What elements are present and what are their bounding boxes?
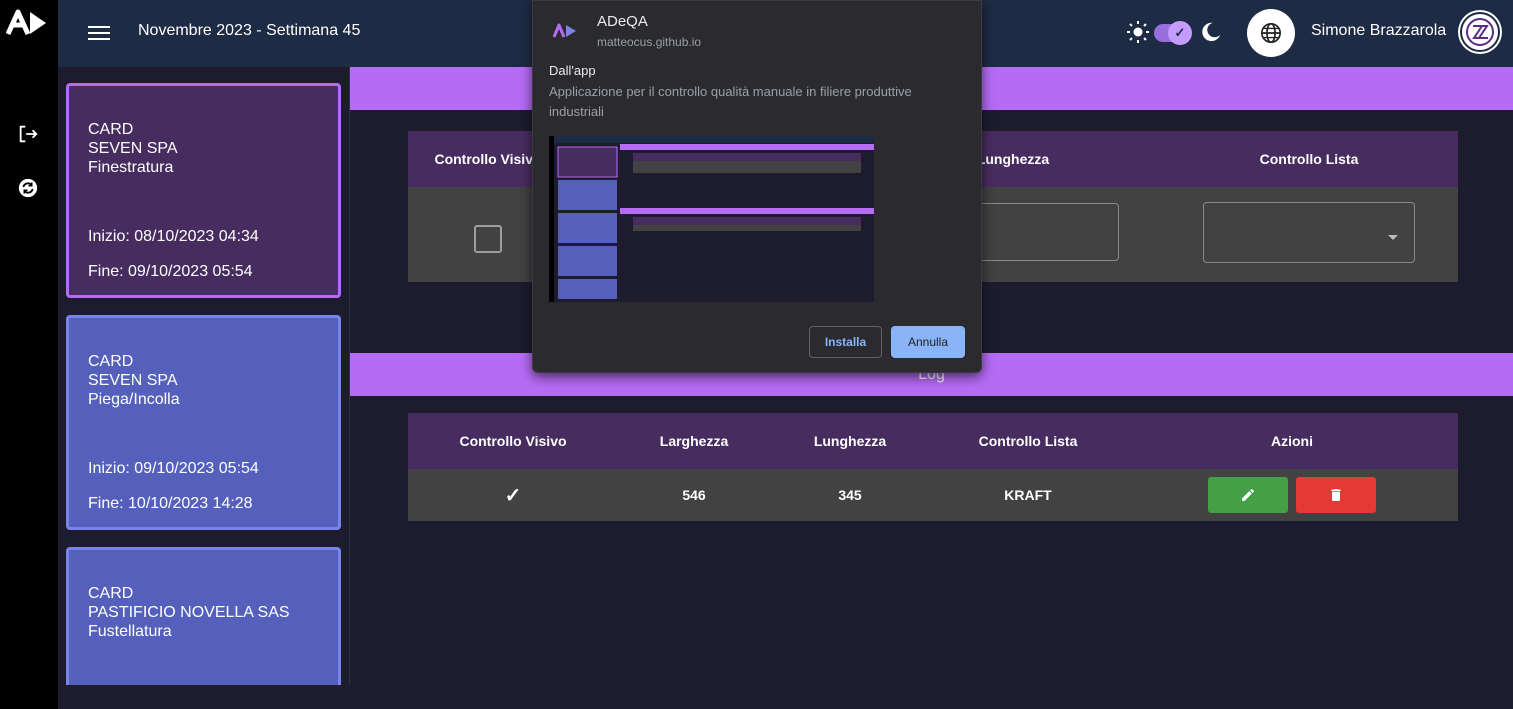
dropdown-arrow-icon [1388, 235, 1398, 240]
log-visivo-check: ✓ [504, 485, 522, 507]
card-company: PASTIFICIO NOVELLA SAS [88, 604, 290, 621]
logout-icon[interactable] [14, 120, 42, 148]
table-row: ✓ 546 345 KRAFT [408, 469, 1458, 521]
card-phase: Piega/Incolla [88, 391, 180, 408]
card-type: CARD [88, 121, 134, 138]
log-col-visivo: Controllo Visivo [459, 433, 567, 449]
log-col-lunghezza: Lunghezza [813, 433, 887, 449]
log-lunghezza: 345 [838, 487, 862, 503]
language-button[interactable] [1247, 9, 1295, 57]
app-url: matteocus.github.io [597, 35, 702, 49]
card-start: Inizio: 09/10/2023 05:54 [88, 460, 259, 477]
card-item[interactable]: CARD SEVEN SPA Finestratura Inizio: 08/1… [66, 83, 341, 298]
left-rail [0, 0, 58, 709]
card-phase: Finestratura [88, 159, 174, 176]
card-type: CARD [88, 585, 134, 602]
col-controllo-lista: Controllo Lista [1259, 151, 1359, 167]
install-app-dialog: ADeQA matteocus.github.io Dall'app Appli… [532, 0, 982, 373]
user-name: Simone Brazzarola [1311, 22, 1447, 39]
app-logo-icon[interactable] [6, 8, 50, 38]
page-title: Novembre 2023 - Settimana 45 [138, 22, 361, 39]
moon-icon [1202, 22, 1221, 42]
card-list: CARD SEVEN SPA Finestratura Inizio: 08/1… [58, 67, 350, 685]
sun-icon [1127, 21, 1149, 43]
card-start: Inizio: 08/10/2023 04:34 [88, 228, 259, 245]
card-end: Fine: 09/10/2023 05:54 [88, 263, 253, 280]
theme-toggle[interactable]: ✓ [1154, 21, 1192, 45]
avatar[interactable] [1460, 12, 1500, 52]
menu-icon[interactable] [88, 22, 110, 44]
from-app-label: Dall'app [549, 63, 596, 78]
card-phase: Fustellatura [88, 623, 172, 640]
app-screenshot-preview [549, 136, 874, 302]
card-company: SEVEN SPA [88, 372, 178, 389]
sync-icon[interactable] [14, 174, 42, 202]
app-name: ADeQA [597, 13, 648, 30]
check-icon: ✓ [1168, 21, 1192, 45]
card-company: SEVEN SPA [88, 140, 178, 157]
card-end: Fine: 10/10/2023 14:28 [88, 495, 253, 512]
delete-button[interactable] [1296, 477, 1376, 513]
controllo-lista-select[interactable] [1203, 202, 1415, 263]
cancel-button[interactable]: Annulla [891, 326, 965, 358]
log-lista: KRAFT [1004, 487, 1052, 503]
edit-button[interactable] [1208, 477, 1288, 513]
pencil-icon [1242, 488, 1255, 501]
card-item[interactable]: CARD PASTIFICIO NOVELLA SAS Fustellatura [66, 547, 341, 685]
log-col-lista: Controllo Lista [978, 433, 1078, 449]
globe-icon [1261, 23, 1281, 43]
log-table: Controllo Visivo Larghezza Lunghezza Con… [408, 413, 1458, 521]
app-description: Applicazione per il controllo qualità ma… [549, 84, 912, 119]
visual-check-checkbox[interactable] [474, 225, 502, 253]
log-larghezza: 546 [682, 487, 706, 503]
lunghezza-input[interactable] [968, 203, 1119, 261]
log-col-larghezza: Larghezza [659, 433, 729, 449]
card-item[interactable]: CARD SEVEN SPA Piega/Incolla Inizio: 09/… [66, 315, 341, 530]
card-type: CARD [88, 353, 134, 370]
app-icon [552, 23, 576, 38]
install-button[interactable]: Installa [809, 326, 882, 358]
log-col-azioni: Azioni [1271, 433, 1313, 449]
trash-icon [1331, 489, 1341, 501]
